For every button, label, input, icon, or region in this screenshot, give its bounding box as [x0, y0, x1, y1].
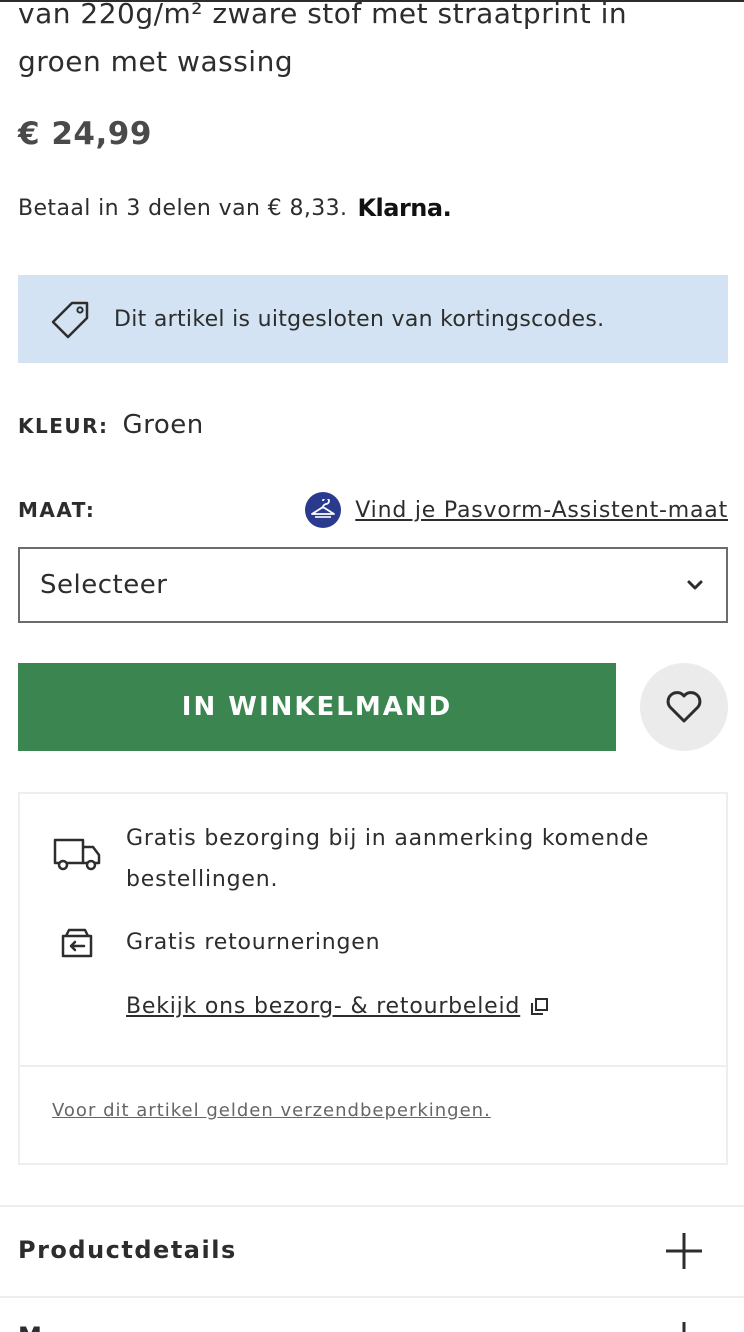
add-to-bag-button[interactable]: IN WINKELMAND [18, 663, 616, 751]
size-dropdown[interactable]: Selecteer [18, 547, 728, 623]
shipping-restrictions-link[interactable]: Voor dit artikel gelden verzendbeperking… [52, 1100, 491, 1121]
klarna-text: Betaal in 3 delen van € 8,33. [18, 195, 348, 221]
truck-icon [52, 818, 102, 900]
fit-assistant-link[interactable]: Vind je Pasvorm-Assistent-maat [305, 492, 728, 528]
colour-row: KLEUR: Groen [18, 410, 204, 440]
product-title: van 220g/m² zware stof met straatprint i… [18, 0, 628, 78]
size-dropdown-value: Selecteer [40, 570, 168, 600]
delivery-box-divider [20, 1065, 726, 1067]
product-details-heading[interactable]: Productdetails [18, 1236, 237, 1264]
klarna-installments: Betaal in 3 delen van € 8,33. Klarna. [18, 194, 452, 222]
save-for-later-button[interactable] [640, 663, 728, 751]
delivery-info-box: Gratis bezorging bij in aanmerking komen… [18, 792, 728, 1165]
klarna-logo: Klarna. [357, 194, 452, 222]
policy-link-text[interactable]: Bekijk ons bezorg- & retourbeleid [126, 994, 520, 1019]
hanger-icon [305, 492, 342, 528]
free-delivery-text: Gratis bezorging bij in aanmerking komen… [126, 826, 650, 892]
size-label: MAAT: [18, 498, 96, 522]
plus-icon[interactable] [664, 1231, 704, 1271]
size-row: MAAT: Vind je Pasvorm-Assistent-maat [18, 492, 728, 528]
discount-exclusion-banner: Dit artikel is uitgesloten van kortingsc… [18, 275, 728, 363]
tag-icon [51, 301, 89, 339]
free-returns-item: Gratis retourneringen [52, 922, 380, 963]
product-price: € 24,99 [18, 116, 152, 152]
returns-icon [52, 922, 102, 963]
chevron-down-icon [687, 580, 703, 590]
accordion-divider [0, 1205, 744, 1207]
next-accordion-heading[interactable]: M [18, 1322, 43, 1332]
free-delivery-item: Gratis bezorging bij in aanmerking komen… [52, 818, 686, 900]
heart-icon [666, 691, 702, 723]
product-page: van 220g/m² zware stof met straatprint i… [0, 0, 744, 1332]
discount-banner-text: Dit artikel is uitgesloten van kortingsc… [114, 306, 605, 332]
plus-icon[interactable] [664, 1320, 704, 1332]
delivery-returns-policy-link[interactable]: Bekijk ons bezorg- & retourbeleid [126, 994, 550, 1019]
accordion-divider [0, 1296, 744, 1298]
external-link-icon [531, 997, 549, 1015]
colour-value: Groen [122, 410, 204, 440]
free-returns-text: Gratis retourneringen [126, 930, 381, 955]
colour-label: KLEUR: [18, 414, 109, 438]
fit-assistant-text[interactable]: Vind je Pasvorm-Assistent-maat [355, 498, 728, 523]
